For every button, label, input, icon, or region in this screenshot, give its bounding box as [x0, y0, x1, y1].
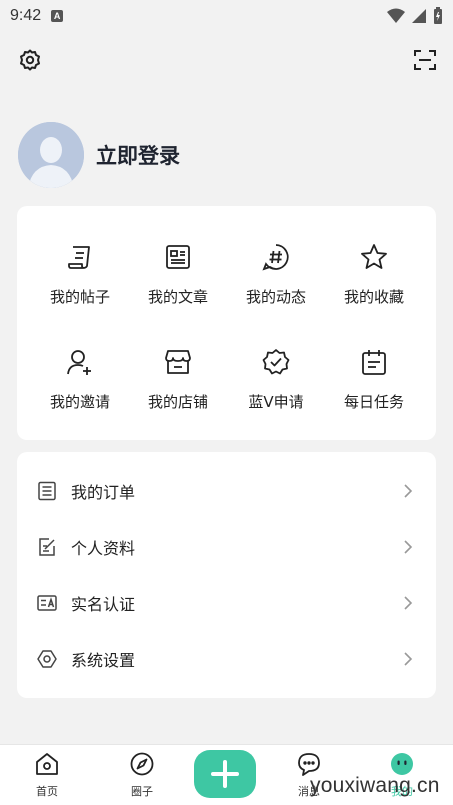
grid-item-my-feed[interactable]: 我的动态 [227, 242, 325, 307]
watermark-text: youxiwang.cn [310, 774, 440, 797]
scan-icon [414, 50, 436, 70]
list-item-my-orders[interactable]: 我的订单 [17, 463, 436, 519]
scan-button[interactable] [411, 46, 439, 74]
grid-item-my-store[interactable]: 我的店铺 [129, 347, 227, 412]
post-icon [68, 246, 90, 269]
battery-icon [434, 7, 442, 24]
list-item-real-name-verification[interactable]: 实名认证 [17, 575, 436, 631]
hexagon-settings-icon [37, 650, 57, 668]
compass-icon [130, 752, 154, 776]
chevron-right-icon [404, 652, 413, 666]
home-icon [36, 753, 58, 775]
grid-item-my-articles[interactable]: 我的文章 [129, 242, 227, 307]
edit-profile-icon [39, 538, 55, 556]
id-card-icon [37, 595, 57, 611]
tab-home[interactable]: 首页 [12, 751, 82, 799]
tab-circle[interactable]: 圈子 [107, 751, 177, 799]
status-bar: 9:42 A [0, 0, 453, 32]
invite-user-icon [67, 350, 91, 375]
list-item-profile[interactable]: 个人资料 [17, 519, 436, 575]
list-item-system-settings[interactable]: 系统设置 [17, 631, 436, 687]
verified-badge-icon [262, 349, 290, 375]
default-avatar-icon [18, 122, 84, 188]
grid-item-blue-v-apply[interactable]: 蓝V申请 [227, 347, 325, 412]
gear-icon [20, 49, 40, 71]
wifi-icon [387, 8, 405, 23]
chevron-right-icon [404, 596, 413, 610]
chevron-right-icon [404, 540, 413, 554]
status-time: 9:42 [10, 7, 42, 24]
chevron-right-icon [404, 484, 413, 498]
plus-icon [211, 760, 239, 788]
create-post-button[interactable] [194, 750, 256, 798]
status-indicators [387, 7, 443, 25]
profile-header[interactable]: 立即登录 [18, 122, 180, 188]
signal-icon [412, 9, 426, 23]
grid-item-my-posts[interactable]: 我的帖子 [31, 242, 129, 307]
settings-button[interactable] [16, 46, 44, 74]
calendar-icon [362, 350, 386, 375]
feature-grid-card: 我的帖子 我的文章 我的动态 我的收藏 我的邀请 我的店铺 蓝V申请 每日任务 [17, 206, 436, 440]
grid-item-my-invites[interactable]: 我的邀请 [31, 347, 129, 412]
avatar[interactable] [18, 122, 84, 188]
notification-badge-icon: A [51, 10, 64, 22]
order-list-icon [38, 481, 56, 501]
store-icon [165, 350, 191, 374]
menu-list-card: 我的订单 个人资料 实名认证 系统设置 [17, 452, 436, 698]
grid-item-my-favorites[interactable]: 我的收藏 [325, 242, 423, 307]
hashtag-icon [262, 244, 289, 271]
article-icon [166, 245, 190, 269]
grid-item-daily-tasks[interactable]: 每日任务 [325, 347, 423, 412]
star-icon [361, 244, 387, 269]
login-link[interactable]: 立即登录 [96, 140, 180, 170]
